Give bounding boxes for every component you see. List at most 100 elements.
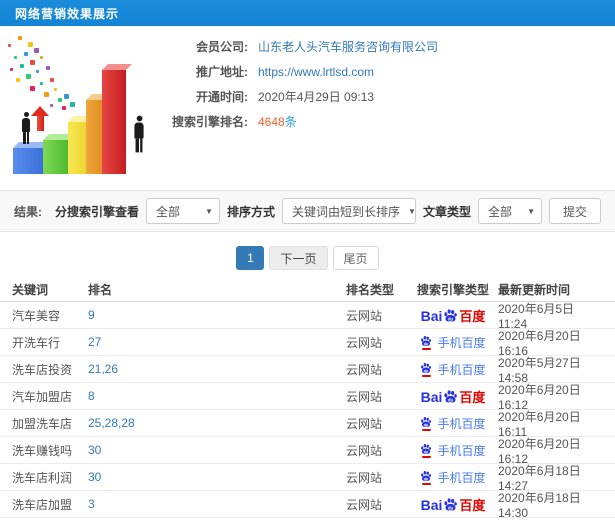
info-row-open-time: 开通时间: 2020年4月29日 09:13 [166, 84, 438, 109]
mobile-baidu-logo[interactable]: du 手机百度 [420, 334, 486, 351]
chart-bar-blue [13, 142, 49, 174]
marketing-report-page: 网络营销效果展示 会员公司: 山东老人头汽车服务咨询有限公司 推广地址: https:… [0, 0, 615, 520]
chart-bar-green [43, 134, 75, 174]
mobile-baidu-label: 手机百度 [437, 416, 486, 431]
businessman-figure-right [131, 115, 147, 153]
article-type-select[interactable]: 全部 ▼ [477, 198, 542, 224]
table-row: 洗车店投资 21,26 云网站 du 手机百度 2020年5月27日 14:58 [0, 356, 615, 385]
page-title: 网络营销效果展示 [15, 6, 120, 21]
rank-link[interactable]: 27 [88, 335, 101, 349]
cell-rank: 9 [88, 308, 346, 322]
cell-keyword: 汽车美容 [12, 308, 61, 323]
table-body: 汽车美容 9 云网站 Bai du 百度 2020年6月5日 11:24 开洗车行 27 云网站 d… [0, 302, 615, 520]
mobile-baidu-icon-underline [421, 347, 431, 350]
mobile-baidu-label: 手机百度 [437, 470, 486, 485]
article-type-value: 全部 [487, 204, 512, 219]
baidu-logo-text-bai: Bai [420, 307, 443, 324]
svg-text:du: du [424, 476, 428, 480]
rank-link[interactable]: 21,26 [88, 362, 118, 376]
chevron-down-icon: ▼ [407, 206, 416, 216]
next-page-button[interactable]: 下一页 [269, 246, 328, 270]
cell-engine-type: Bai du 百度 [408, 389, 498, 404]
mobile-baidu-icon-underline [421, 428, 431, 431]
cell-keyword: 洗车店加盟 [12, 497, 73, 512]
rank-link[interactable]: 25,28,28 [88, 416, 135, 430]
cell-keyword: 汽车加盟店 [12, 389, 73, 404]
column-header-0: 关键词 [12, 283, 49, 297]
table-header-row: 关键词 排名 排名类型 搜索引擎类型 最新更新时间 [0, 278, 615, 302]
cell-rank: 25,28,28 [88, 416, 346, 430]
baidu-paw-icon: du [421, 335, 432, 345]
mobile-baidu-icon-underline [421, 374, 431, 377]
baidu-logo[interactable]: Bai du 百度 [421, 497, 486, 512]
cell-rank: 27 [88, 335, 346, 349]
cell-rank-type: 云网站 [346, 362, 383, 377]
info-value-member-company[interactable]: 山东老人头汽车服务咨询有限公司 [258, 38, 438, 55]
baidu-logo[interactable]: Bai du 百度 [421, 389, 486, 404]
table-row: 洗车赚钱吗 30 云网站 du 手机百度 2020年6月20日 16:12 [0, 437, 615, 466]
mobile-baidu-icon: du [420, 335, 432, 350]
rank-link[interactable]: 30 [88, 443, 101, 457]
cell-engine-type: du 手机百度 [408, 469, 498, 486]
cell-rank-type: 云网站 [346, 335, 383, 350]
company-info-fields: 会员公司: 山东老人头汽车服务咨询有限公司 推广地址: https://www.lrt… [166, 34, 438, 134]
sort-filter-value: 关键词由短到长排序 [291, 204, 400, 219]
result-label: 结果: [14, 204, 42, 219]
baidu-paw-icon: du [444, 308, 458, 321]
cell-rank: 8 [88, 389, 346, 403]
last-page-button[interactable]: 尾页 [332, 246, 379, 270]
mobile-baidu-logo[interactable]: du 手机百度 [420, 361, 486, 378]
cell-keyword: 洗车赚钱吗 [12, 443, 73, 458]
baidu-logo-text-bai: Bai [420, 496, 443, 513]
mobile-baidu-label: 手机百度 [437, 362, 486, 377]
rank-count-number: 4648 [258, 115, 285, 129]
cell-rank-type: 云网站 [346, 497, 383, 512]
cell-rank: 3 [88, 497, 346, 511]
cell-engine-type: du 手机百度 [408, 415, 498, 432]
svg-text:du: du [424, 422, 428, 426]
cell-engine-type: Bai du 百度 [408, 308, 498, 323]
table-row: 加盟洗车店 25,28,28 云网站 du 手机百度 2020年6月20日 16:11 [0, 410, 615, 439]
chevron-down-icon: ▼ [527, 206, 535, 216]
table-row: 汽车加盟店 8 云网站 Bai du 百度 2020年6月20日 16:12 [0, 383, 615, 412]
baidu-paw-icon: du [421, 443, 432, 453]
column-header-2: 排名类型 [346, 283, 395, 297]
mobile-baidu-icon-underline [421, 455, 431, 458]
submit-button[interactable]: 提交 [548, 198, 601, 224]
info-row-member-company: 会员公司: 山东老人头汽车服务咨询有限公司 [166, 34, 438, 59]
info-label-promotion-url: 推广地址: [196, 65, 248, 79]
mobile-baidu-logo[interactable]: du 手机百度 [420, 415, 486, 432]
baidu-logo-text-cn: 百度 [459, 389, 486, 405]
pagination: 1 下一页 尾页 [0, 246, 615, 270]
engine-filter-label: 分搜索引擎查看 [54, 204, 139, 219]
cell-keyword: 加盟洗车店 [12, 416, 73, 431]
column-header-3: 搜索引擎类型 [416, 283, 489, 297]
svg-text:du: du [448, 505, 454, 510]
rank-link[interactable]: 8 [88, 389, 95, 403]
table-row: 开洗车行 27 云网站 du 手机百度 2020年6月20日 16:16 [0, 329, 615, 358]
mobile-baidu-label: 手机百度 [437, 335, 486, 350]
cell-rank-type: 云网站 [346, 470, 383, 485]
info-value-engine-rank-count: 4648条 [258, 113, 297, 130]
mobile-baidu-logo[interactable]: du 手机百度 [420, 442, 486, 459]
cell-engine-type: du 手机百度 [408, 361, 498, 378]
mobile-baidu-icon: du [420, 416, 432, 431]
svg-text:du: du [424, 368, 428, 372]
rank-link[interactable]: 30 [88, 470, 101, 484]
page-1-button[interactable]: 1 [236, 246, 265, 270]
baidu-logo[interactable]: Bai du 百度 [421, 308, 486, 323]
svg-text:du: du [448, 316, 454, 321]
cell-engine-type: Bai du 百度 [408, 497, 498, 512]
cell-rank-type: 云网站 [346, 389, 383, 404]
article-type-label: 文章类型 [422, 204, 471, 219]
rank-link[interactable]: 3 [88, 497, 95, 511]
sort-filter-select[interactable]: 关键词由短到长排序 ▼ [281, 198, 416, 224]
rank-link[interactable]: 9 [88, 308, 95, 322]
results-table: 关键词 排名 排名类型 搜索引擎类型 最新更新时间 汽车美容 9 云网站 Bai du 百度 202… [0, 278, 615, 520]
column-header-1: 排名 [88, 283, 113, 297]
engine-filter-select[interactable]: 全部 ▼ [145, 198, 220, 224]
info-label-member-company: 会员公司: [196, 40, 248, 54]
mobile-baidu-icon: du [420, 362, 432, 377]
mobile-baidu-logo[interactable]: du 手机百度 [420, 469, 486, 486]
info-value-promotion-url[interactable]: https://www.lrtlsd.com [258, 65, 374, 79]
